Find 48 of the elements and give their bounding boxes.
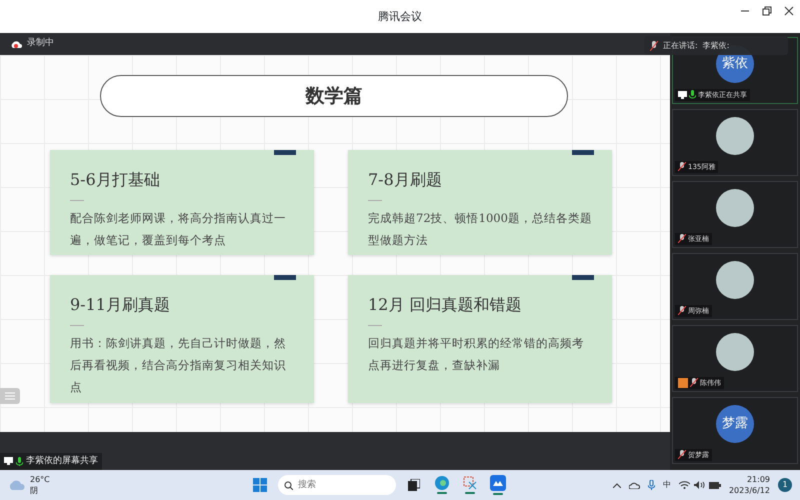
volume-icon[interactable] [694, 481, 705, 489]
clock-time: 21:09 [746, 474, 770, 485]
browser-icon[interactable] [434, 476, 449, 490]
card-heading: 7-8月刷题 [368, 169, 443, 191]
battery-icon[interactable] [708, 482, 721, 488]
card-text: 完成韩超72技、顿悟1000题，总结各类题型做题方法 [368, 210, 593, 249]
photo-placeholder [716, 117, 754, 155]
recording-label: 录制中 [27, 37, 54, 50]
card-text: 回归真题并将平时积累的经常错的高频考点再进行复盘，查缺补漏 [368, 335, 585, 374]
close-icon[interactable] [784, 6, 794, 16]
share-text: 李紫依的屏幕共享 [26, 454, 98, 468]
cloud-icon[interactable] [628, 482, 640, 488]
card-heading: 5-6月打基础 [70, 169, 161, 191]
wifi-icon[interactable] [678, 481, 690, 489]
photo-placeholder [716, 261, 754, 299]
mic-icon[interactable] [648, 480, 655, 490]
card-heading: 9-11月刷真题 [70, 294, 171, 316]
tab-marker [572, 150, 594, 155]
weather-condition: 阴 [30, 485, 39, 496]
tab-marker [572, 275, 594, 280]
photo-placeholder [716, 189, 754, 227]
scissors-icon[interactable] [462, 476, 477, 490]
search-icon [284, 481, 293, 490]
mic-muted-icon [650, 40, 658, 50]
tab-marker [274, 275, 296, 280]
input-method-indicator[interactable]: 中 [662, 479, 671, 491]
tab-marker [274, 150, 296, 155]
chevron-up-icon[interactable] [612, 482, 621, 488]
search-field[interactable]: 搜索 [278, 475, 396, 495]
notification-badge[interactable]: 1 [778, 478, 792, 492]
slide-title: 数学篇 [100, 75, 568, 117]
card-text: 配合陈剑老师网课，将高分指南认真过一遍，做笔记，覆盖到每个考点 [70, 210, 287, 249]
photo-placeholder [716, 333, 754, 371]
windows-icon[interactable] [252, 478, 267, 492]
avatar: 梦露 [716, 405, 754, 443]
screen-share-icon [4, 457, 13, 466]
card-heading: 12月 回归真题和错题 [368, 294, 522, 316]
meeting-app-icon[interactable] [490, 475, 506, 491]
task-view-icon[interactable] [408, 479, 420, 491]
window-title: 腾讯会议 [378, 9, 422, 25]
list-icon [5, 392, 15, 400]
restore-icon[interactable] [762, 6, 772, 16]
card-text: 用书：陈剑讲真题，先自己计时做题，然后再看视频，结合高分指南复习相关知识点 [70, 335, 287, 396]
cloud-icon [10, 40, 22, 48]
cloud-icon [8, 479, 26, 491]
mic-icon [16, 456, 23, 466]
clock-date: 2023/6/12 [728, 485, 770, 496]
temperature: 26°C [30, 474, 50, 485]
